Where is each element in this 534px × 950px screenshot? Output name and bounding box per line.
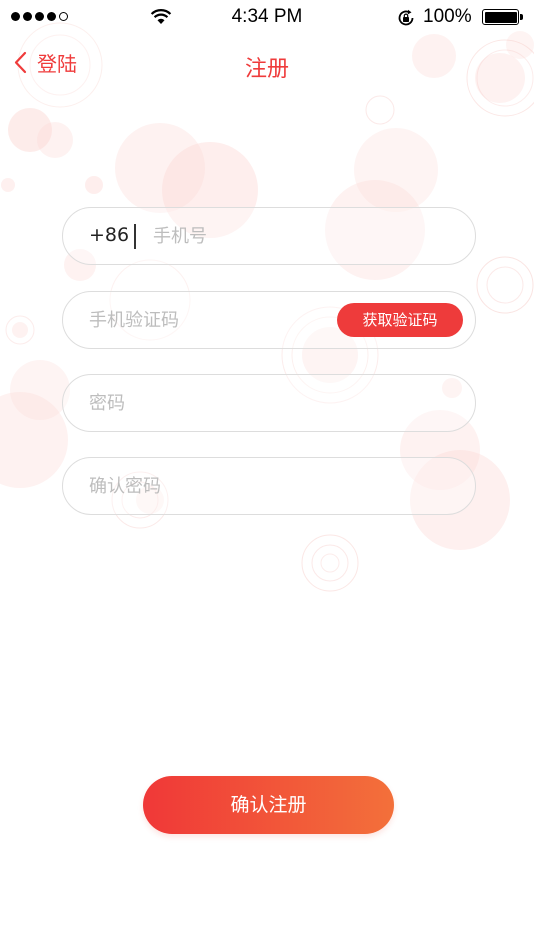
confirm-password-field	[62, 457, 476, 515]
battery-tip	[520, 14, 523, 20]
country-code-divider	[134, 224, 136, 249]
battery-percentage: 100%	[423, 6, 472, 27]
page-title: 注册	[244, 57, 289, 82]
password-field	[62, 374, 476, 432]
country-code[interactable]: +86	[89, 224, 129, 246]
verification-code-input[interactable]	[89, 292, 339, 348]
status-bar: 4:34 PM 100%	[0, 0, 534, 34]
confirm-password-input[interactable]	[89, 458, 339, 514]
phone-field: +86	[62, 207, 476, 265]
confirm-register-button[interactable]: 确认注册	[143, 776, 394, 834]
password-input[interactable]	[89, 375, 339, 431]
rotation-lock-icon	[398, 9, 414, 26]
battery-icon	[482, 9, 519, 25]
verification-code-field: 获取验证码	[62, 291, 476, 349]
nav-bar: 登陆 注册	[0, 34, 534, 98]
phone-input[interactable]	[153, 208, 453, 264]
get-code-button[interactable]: 获取验证码	[337, 303, 463, 337]
